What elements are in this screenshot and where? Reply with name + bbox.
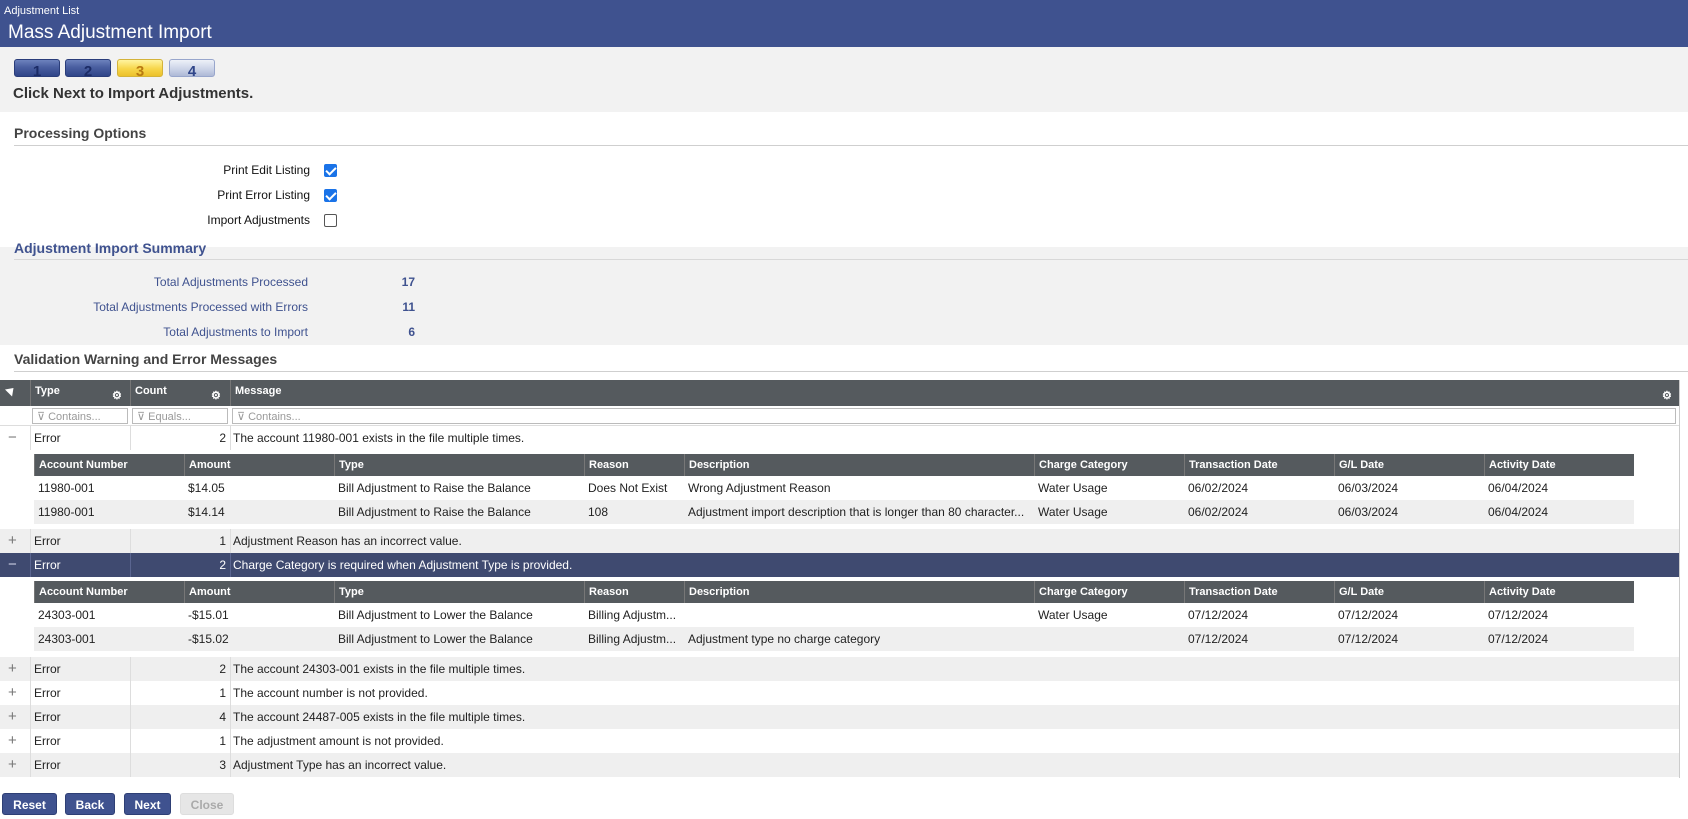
detail-row[interactable]: 24303-001 -$15.02 Bill Adjustment to Low… xyxy=(34,627,1634,651)
breadcrumb[interactable]: Adjustment List xyxy=(4,5,79,17)
table-row[interactable]: + Error 2 The account 24303-001 exists i… xyxy=(0,657,1679,681)
type-filter-input[interactable]: ⊽ Contains... xyxy=(32,408,128,424)
count-filter-input[interactable]: ⊽ Equals... xyxy=(132,408,228,424)
plus-icon[interactable]: + xyxy=(8,532,22,549)
plus-icon[interactable]: + xyxy=(8,684,22,701)
print-error-listing-checkbox[interactable] xyxy=(324,189,337,202)
table-row[interactable]: + Error 1 Adjustment Reason has an incor… xyxy=(0,529,1679,553)
table-row-selected[interactable]: − Error 2 Charge Category is required wh… xyxy=(0,553,1679,577)
filter-row: ⊽ Contains... ⊽ Equals... ⊽ Contains... xyxy=(0,406,1679,426)
next-button[interactable]: Next xyxy=(124,793,171,815)
detail-header: Account Number Amount Type Reason Descri… xyxy=(34,581,1634,603)
table-row[interactable]: + Error 3 Adjustment Type has an incorre… xyxy=(0,753,1679,777)
grid-header: Type ⚙ Count ⚙ Message ⚙ xyxy=(0,380,1679,406)
plus-icon[interactable]: + xyxy=(8,708,22,725)
divider xyxy=(14,145,1688,146)
summary-label-processed: Total Adjustments Processed xyxy=(153,275,308,289)
summary-value-to-import: 6 xyxy=(408,325,415,339)
wizard-instruction: Click Next to Import Adjustments. xyxy=(13,85,254,102)
detail-row[interactable]: 11980-001 $14.14 Bill Adjustment to Rais… xyxy=(34,500,1634,524)
minus-icon[interactable]: − xyxy=(8,556,22,573)
gear-icon[interactable]: ⚙ xyxy=(211,389,221,402)
page-header: Adjustment List Mass Adjustment Import xyxy=(0,0,1688,47)
summary-value-processed: 17 xyxy=(401,275,415,289)
detail-header: Account Number Amount Type Reason Descri… xyxy=(34,454,1634,476)
column-header-message[interactable]: Message xyxy=(230,380,1679,406)
wizard-step-1[interactable]: 1 xyxy=(14,59,60,77)
table-row[interactable]: + Error 4 The account 24487-005 exists i… xyxy=(0,705,1679,729)
detail-row[interactable]: 24303-001 -$15.01 Bill Adjustment to Low… xyxy=(34,603,1634,627)
reset-button[interactable]: Reset xyxy=(2,793,57,815)
import-adjustments-checkbox[interactable] xyxy=(324,214,337,227)
divider xyxy=(14,259,1688,260)
validation-title: Validation Warning and Error Messages xyxy=(14,351,278,367)
message-filter-input[interactable]: ⊽ Contains... xyxy=(232,408,1676,424)
print-edit-listing-label: Print Edit Listing xyxy=(223,163,310,177)
page-title: Mass Adjustment Import xyxy=(8,22,212,43)
print-error-listing-label: Print Error Listing xyxy=(217,188,310,202)
detail-row[interactable]: 11980-001 $14.05 Bill Adjustment to Rais… xyxy=(34,476,1634,500)
print-edit-listing-checkbox[interactable] xyxy=(324,164,337,177)
wizard-step-2[interactable]: 2 xyxy=(65,59,111,77)
table-row[interactable]: + Error 1 The adjustment amount is not p… xyxy=(0,729,1679,753)
wizard-panel: 1 2 3 4 Click Next to Import Adjustments… xyxy=(0,47,1688,112)
filter-icon: ⊽ xyxy=(137,411,149,423)
divider xyxy=(14,371,1688,372)
table-row[interactable]: + Error 1 The account number is not prov… xyxy=(0,681,1679,705)
summary-label-errors: Total Adjustments Processed with Errors xyxy=(93,300,308,314)
back-button[interactable]: Back xyxy=(65,793,115,815)
gear-icon[interactable]: ⚙ xyxy=(1662,389,1672,402)
plus-icon[interactable]: + xyxy=(8,732,22,749)
close-button: Close xyxy=(180,793,234,815)
minus-icon[interactable]: − xyxy=(8,429,22,446)
table-row[interactable]: − Error 2 The account 11980-001 exists i… xyxy=(0,426,1679,450)
import-adjustments-label: Import Adjustments xyxy=(207,213,310,227)
processing-options-title: Processing Options xyxy=(14,125,147,141)
summary-title: Adjustment Import Summary xyxy=(14,240,207,256)
gear-icon[interactable]: ⚙ xyxy=(112,389,122,402)
summary-value-errors: 11 xyxy=(402,300,415,314)
validation-grid: Type ⚙ Count ⚙ Message ⚙ ⊽ Contains... ⊽… xyxy=(0,380,1680,778)
summary-label-to-import: Total Adjustments to Import xyxy=(163,325,308,339)
plus-icon[interactable]: + xyxy=(8,756,22,773)
wizard-step-3[interactable]: 3 xyxy=(117,59,163,77)
plus-icon[interactable]: + xyxy=(8,660,22,677)
wizard-step-4[interactable]: 4 xyxy=(169,59,215,77)
triangle-icon[interactable] xyxy=(4,384,18,397)
filter-icon: ⊽ xyxy=(237,411,249,423)
filter-icon: ⊽ xyxy=(37,411,49,423)
